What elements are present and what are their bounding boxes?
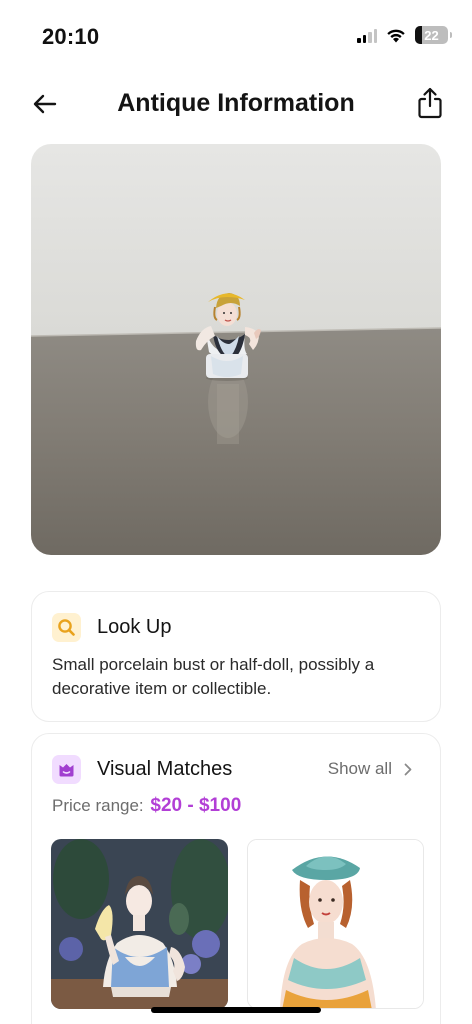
visual-matches-card: Visual Matches Show all Price range: $20…: [31, 733, 441, 1024]
match-thumbnail[interactable]: [247, 839, 424, 1009]
chevron-right-icon: [404, 763, 412, 775]
matches-title: Visual Matches: [97, 758, 233, 780]
home-indicator: [151, 1007, 321, 1013]
price-value: $20 - $100: [150, 795, 242, 816]
lookup-card: Look Up Small porcelain bust or half-dol…: [31, 591, 441, 722]
price-label: Price range:: [52, 796, 144, 815]
lookup-header: Look Up: [52, 613, 172, 642]
share-icon[interactable]: [416, 86, 444, 120]
cellular-signal-icon: [357, 27, 377, 43]
battery-percent: 22: [424, 27, 439, 43]
status-bar: 20:10 22: [0, 0, 472, 76]
search-icon: [52, 613, 81, 642]
nav-bar: Antique Information: [0, 80, 472, 128]
status-time: 20:10: [42, 24, 100, 49]
battery-icon: 22: [415, 26, 452, 44]
antique-photo: [31, 144, 441, 555]
show-all-button[interactable]: Show all: [328, 759, 412, 779]
matches-header: Visual Matches: [52, 755, 232, 784]
match-thumbnail[interactable]: [51, 839, 228, 1009]
lookup-description: Small porcelain bust or half-doll, possi…: [52, 655, 375, 698]
page-title: Antique Information: [117, 89, 355, 117]
bust-icon: [52, 755, 81, 784]
wifi-icon: [387, 29, 405, 42]
status-icons: 22: [357, 26, 452, 44]
price-range: Price range: $20 - $100: [52, 795, 241, 817]
lookup-title: Look Up: [97, 616, 172, 638]
show-all-label: Show all: [327, 759, 392, 778]
